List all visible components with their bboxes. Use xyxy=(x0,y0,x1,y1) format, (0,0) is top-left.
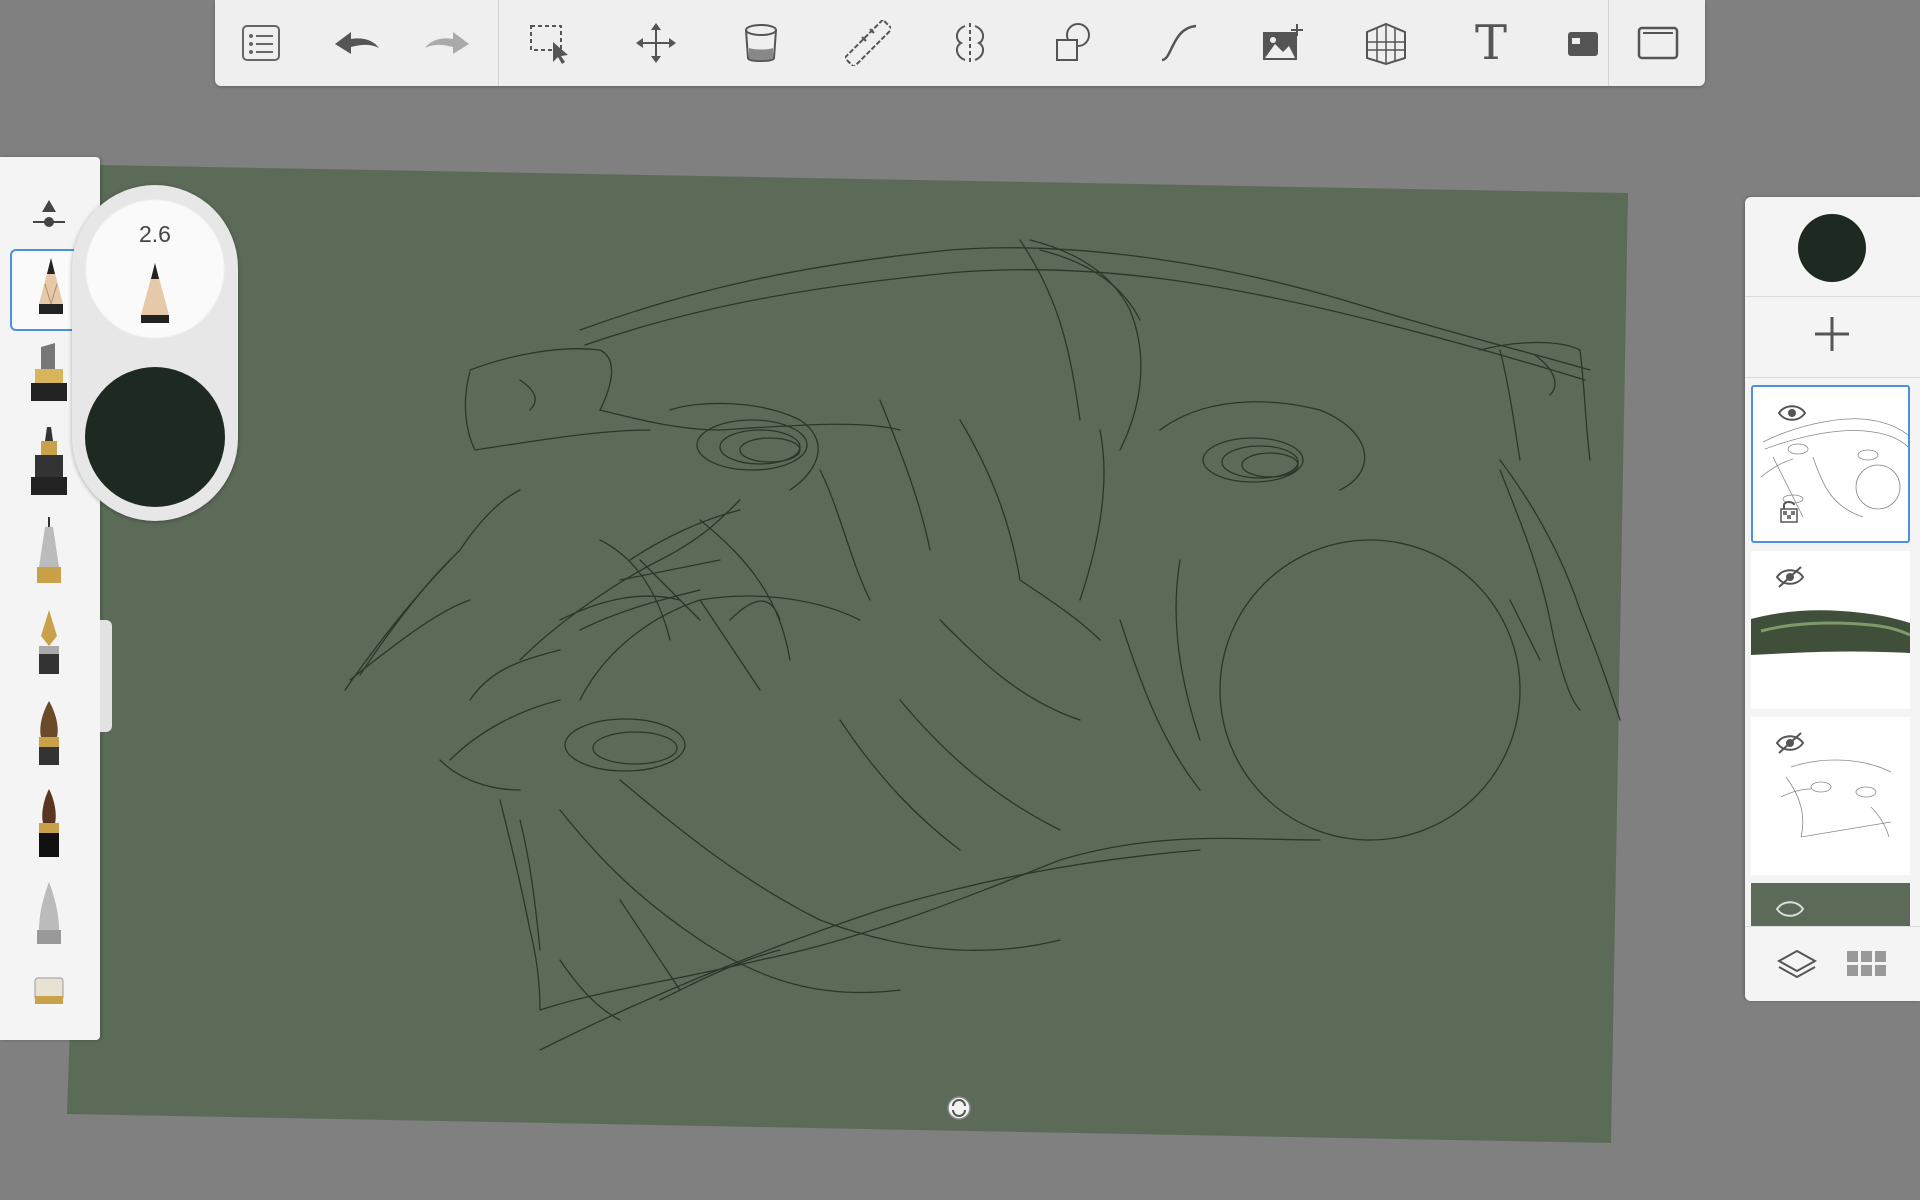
eye-visible-icon[interactable] xyxy=(1777,401,1807,425)
list-menu-button[interactable] xyxy=(233,15,289,71)
eraser-icon xyxy=(34,977,64,1004)
brush-airbrush[interactable] xyxy=(10,875,88,953)
eye-hidden-icon[interactable] xyxy=(1775,731,1805,755)
lock-transparency-icon[interactable] xyxy=(1779,499,1799,523)
perspective-grid-icon xyxy=(1366,22,1406,66)
ruler-button[interactable] xyxy=(840,15,896,71)
shapes-icon xyxy=(1056,23,1090,61)
brush-eraser[interactable] xyxy=(10,965,88,1040)
ruler-icon xyxy=(845,20,891,66)
layer-item-earlier-sketch[interactable] xyxy=(1751,717,1910,875)
layer-item-sketch-lines[interactable] xyxy=(1751,385,1910,543)
color-swatch-icon xyxy=(1568,32,1598,56)
brush-color-swatch[interactable] xyxy=(85,367,225,507)
add-layer-icon[interactable] xyxy=(1807,309,1857,359)
move-arrows-icon xyxy=(636,23,676,63)
layer-panel-divider xyxy=(1745,296,1920,297)
layer-panel-footer xyxy=(1745,926,1920,1001)
text-button[interactable]: T xyxy=(1463,15,1519,71)
stroke-curve-icon xyxy=(1161,24,1197,62)
fullscreen-button[interactable] xyxy=(1630,15,1686,71)
brush-fountain-pen[interactable] xyxy=(10,603,88,681)
ink-pen-icon xyxy=(31,427,67,495)
fill-button[interactable] xyxy=(733,15,789,71)
undo-button[interactable] xyxy=(328,15,384,71)
fountain-pen-icon xyxy=(39,610,59,674)
drawing-canvas[interactable] xyxy=(0,0,1920,1200)
undo-arrow-icon xyxy=(335,32,379,54)
layer-panel xyxy=(1745,197,1920,1001)
layers-icon[interactable] xyxy=(1775,945,1819,985)
canvas-rotate-icon[interactable] xyxy=(946,1095,972,1121)
brush-properties-icon xyxy=(33,200,65,227)
marquee-select-icon xyxy=(530,25,568,64)
paint-brush-icon xyxy=(39,701,59,765)
sketch-strokes xyxy=(344,239,1621,1051)
add-image-button[interactable] xyxy=(1254,15,1310,71)
layer-color-swatch[interactable] xyxy=(1798,214,1866,282)
perspective-button[interactable] xyxy=(1358,15,1414,71)
brush-size-control[interactable]: 2.6 xyxy=(85,199,225,339)
technical-pen-icon xyxy=(37,517,61,583)
grid-view-icon[interactable] xyxy=(1845,945,1889,985)
redo-button[interactable] xyxy=(420,15,476,71)
toolbar-separator xyxy=(498,0,499,86)
transform-button[interactable] xyxy=(628,15,684,71)
layer-item-painted[interactable] xyxy=(1751,551,1910,709)
pencil-icon xyxy=(141,263,169,323)
list-icon xyxy=(242,25,280,61)
layer-panel-divider xyxy=(1745,377,1920,378)
paint-bucket-icon xyxy=(745,24,777,62)
brush-ink-brush[interactable] xyxy=(10,784,88,862)
symmetry-icon xyxy=(955,23,985,63)
shapes-button[interactable] xyxy=(1045,15,1101,71)
selection-button[interactable] xyxy=(522,15,578,71)
text-icon: T xyxy=(1474,15,1507,71)
brush-panel-handle[interactable] xyxy=(100,620,112,732)
top-toolbar: T xyxy=(215,0,1705,86)
curve-button[interactable] xyxy=(1151,15,1207,71)
marker-icon xyxy=(31,343,67,401)
brush-paint-brush[interactable] xyxy=(10,694,88,772)
color-swatch-button[interactable] xyxy=(1555,15,1611,71)
fullscreen-icon xyxy=(1637,26,1679,60)
canvas-paper xyxy=(67,165,1628,1143)
add-image-icon xyxy=(1263,24,1303,60)
brush-puck[interactable]: 2.6 xyxy=(72,185,238,521)
airbrush-icon xyxy=(37,882,61,944)
brush-size-value: 2.6 xyxy=(139,221,171,247)
redo-arrow-icon xyxy=(425,32,469,54)
eye-hidden-icon[interactable] xyxy=(1775,565,1805,589)
ink-brush-icon xyxy=(39,789,59,857)
brush-technical-pen[interactable] xyxy=(10,512,88,590)
symmetry-button[interactable] xyxy=(942,15,998,71)
eye-visible-icon[interactable] xyxy=(1775,897,1805,921)
